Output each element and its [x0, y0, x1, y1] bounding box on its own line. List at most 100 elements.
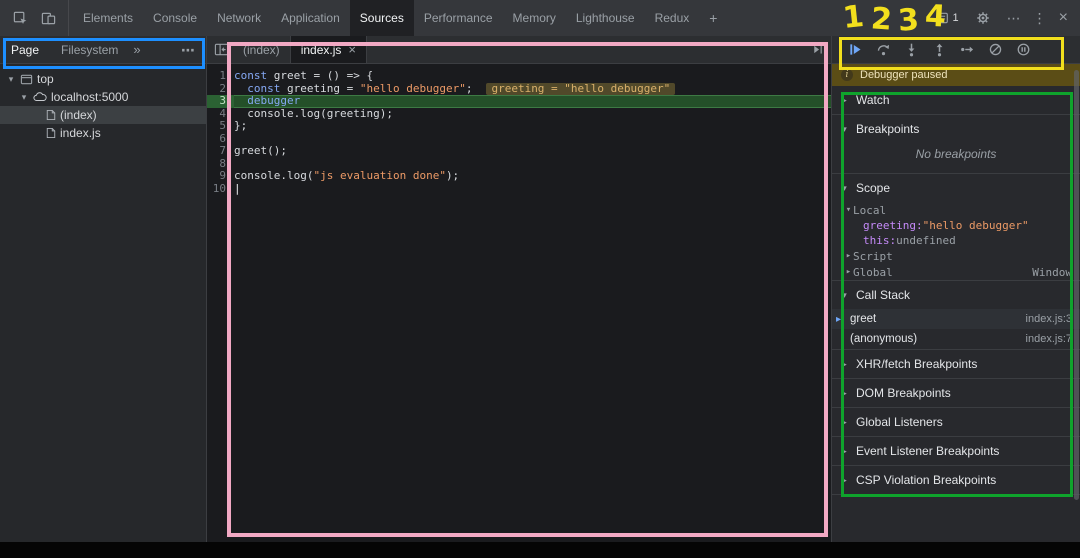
file-tab-label: index.js: [300, 42, 342, 57]
tab-redux[interactable]: Redux: [645, 0, 700, 36]
line-number[interactable]: 5: [207, 119, 234, 133]
caret-icon: ▾: [845, 205, 852, 215]
navigator-panel: Page Filesystem » ⋯ ▾ top ▾ localhost:5000 (i…: [0, 36, 207, 542]
debugger-deactivate-breakpoints-button[interactable]: [987, 42, 1003, 58]
close-tab-icon[interactable]: ×: [348, 42, 356, 57]
tab-elements[interactable]: Elements: [73, 0, 143, 36]
file-icon: [46, 127, 56, 139]
tab-network[interactable]: Network: [207, 0, 271, 36]
tab-sources[interactable]: Sources: [349, 0, 414, 36]
section-header-breakpoints[interactable]: ▾ Breakpoints: [832, 115, 1080, 143]
line-content[interactable]: };: [234, 119, 831, 133]
section-event-listener-breakpoints: ▸ Event Listener Breakpoints: [832, 437, 1080, 466]
line-number[interactable]: 7: [207, 144, 234, 158]
call-stack-frame-anonymous[interactable]: (anonymous) index.js:7: [832, 329, 1080, 349]
inspect-element-icon[interactable]: [8, 6, 32, 30]
debugger-pause-on-exceptions-button[interactable]: [1015, 42, 1031, 58]
code-editor[interactable]: 1 const greet = () => {2 const greeting =…: [207, 64, 831, 542]
scope-variable-greeting[interactable]: greeting: "hello debugger": [832, 218, 1080, 233]
scope-variable-this[interactable]: this: undefined: [832, 233, 1080, 248]
code-line-4: 4 console.log(greeting);: [207, 107, 831, 121]
debugger-panel: i Debugger paused ▸ Watch ▾ Breakpoints No b…: [832, 36, 1080, 542]
tree-item-index[interactable]: (index): [0, 106, 206, 124]
tab-memory[interactable]: Memory: [503, 0, 566, 36]
scrollbar-thumb[interactable]: [1074, 70, 1079, 500]
section-call-stack: ▾ Call Stack ▸ greet index.js:3 (anonymous) in…: [832, 281, 1080, 350]
file-tab-index-js[interactable]: index.js ×: [290, 36, 367, 63]
section-header-dom-breakpoints[interactable]: ▸ DOM Breakpoints: [832, 379, 1080, 407]
add-tab-button[interactable]: +: [699, 0, 727, 36]
section-header-watch[interactable]: ▸ Watch: [832, 86, 1080, 114]
file-tab-label: (index): [243, 42, 280, 57]
scope-group-label: Local: [853, 203, 887, 217]
line-content[interactable]: console.log(greeting);: [234, 107, 831, 121]
scope-group-label: Script: [853, 249, 893, 263]
section-header-call-stack[interactable]: ▾ Call Stack: [832, 281, 1080, 309]
topbar-right-icons: 1 ⋯ ⋮ ×: [925, 0, 1080, 36]
line-content[interactable]: const greeting = "hello debugger"; greeti…: [234, 82, 831, 95]
section-header-xhr-fetch-breakpoints[interactable]: ▸ XHR/fetch Breakpoints: [832, 350, 1080, 378]
line-content[interactable]: greet();: [234, 144, 831, 158]
scope-group-script[interactable]: ▸ Script: [832, 248, 1080, 264]
kebab-menu-icon[interactable]: ⋮: [1033, 11, 1047, 25]
variable-name: this:: [863, 234, 897, 247]
tab-console[interactable]: Console: [143, 0, 207, 36]
devtools-topbar: Elements Console Network Application Sources…: [0, 0, 1080, 36]
debugger-step-into-button[interactable]: [903, 42, 919, 58]
issues-badge[interactable]: 1: [937, 12, 959, 24]
scope-group-local[interactable]: ▾ Local: [832, 202, 1080, 218]
caret-icon: ▾: [842, 123, 847, 134]
code-line-5: 5};: [207, 119, 831, 133]
hidden-tabs-chevron-icon[interactable]: »: [129, 43, 144, 56]
device-toolbar-icon[interactable]: [36, 6, 60, 30]
tab-lighthouse[interactable]: Lighthouse: [566, 0, 645, 36]
section-header-scope[interactable]: ▾ Scope: [832, 174, 1080, 202]
tab-performance[interactable]: Performance: [414, 0, 503, 36]
navigator-tab-filesystem[interactable]: Filesystem: [50, 36, 129, 63]
section-header-csp-violation-breakpoints[interactable]: ▸ CSP Violation Breakpoints: [832, 466, 1080, 494]
tree-item-top[interactable]: ▾ top: [0, 70, 206, 88]
call-stack-frame-greet[interactable]: ▸ greet index.js:3: [832, 309, 1080, 329]
file-icon: [46, 109, 56, 121]
variable-value: "hello debugger": [922, 219, 1029, 232]
frame-location: index.js:7: [1025, 333, 1072, 345]
tab-overflow-icon[interactable]: [807, 38, 831, 62]
tree-item-index-js[interactable]: index.js: [0, 124, 206, 142]
section-label: DOM Breakpoints: [856, 386, 951, 400]
caret-icon: ▸: [842, 94, 847, 105]
caret-icon: ▾: [842, 182, 847, 193]
line-content[interactable]: |: [234, 182, 831, 196]
section-label: XHR/fetch Breakpoints: [856, 357, 978, 371]
caret-icon: ▸: [842, 445, 847, 456]
section-dom-breakpoints: ▸ DOM Breakpoints: [832, 379, 1080, 408]
toggle-navigator-icon[interactable]: [209, 38, 233, 62]
debugger-step-button[interactable]: [959, 42, 975, 58]
section-header-global-listeners[interactable]: ▸ Global Listeners: [832, 408, 1080, 436]
caret-icon: ▸: [842, 416, 847, 427]
navigator-tab-page[interactable]: Page: [0, 36, 50, 63]
debugger-step-over-button[interactable]: [875, 42, 891, 58]
debugger-resume-button[interactable]: [847, 42, 863, 58]
close-devtools-icon[interactable]: ×: [1059, 10, 1068, 26]
line-content[interactable]: console.log("js evaluation done");: [234, 169, 831, 183]
navigator-more-options-icon[interactable]: ⋯: [171, 43, 206, 57]
overflow-dots-icon[interactable]: ⋯: [1007, 11, 1021, 25]
line-number[interactable]: 9: [207, 169, 234, 183]
settings-gear-icon[interactable]: [971, 6, 995, 30]
section-label: Scope: [856, 181, 891, 195]
scope-group-global[interactable]: ▸ Global Window: [832, 264, 1080, 280]
section-breakpoints: ▾ Breakpoints No breakpoints: [832, 115, 1080, 174]
line-number[interactable]: 10: [207, 182, 234, 196]
scope-group-hint: Window: [1032, 265, 1072, 279]
file-tab-index[interactable]: (index): [233, 36, 291, 63]
tree-caret-icon: ▾: [21, 91, 27, 102]
tab-application[interactable]: Application: [271, 0, 350, 36]
section-global-listeners: ▸ Global Listeners: [832, 408, 1080, 437]
tree-item-label: index.js: [60, 126, 101, 140]
line-content[interactable]: [234, 133, 831, 146]
line-number[interactable]: 3: [207, 94, 234, 108]
tree-item-localhost-5000[interactable]: ▾ localhost:5000: [0, 88, 206, 106]
debugger-step-out-button[interactable]: [931, 42, 947, 58]
line-number[interactable]: 1: [207, 69, 234, 83]
section-header-event-listener-breakpoints[interactable]: ▸ Event Listener Breakpoints: [832, 437, 1080, 465]
